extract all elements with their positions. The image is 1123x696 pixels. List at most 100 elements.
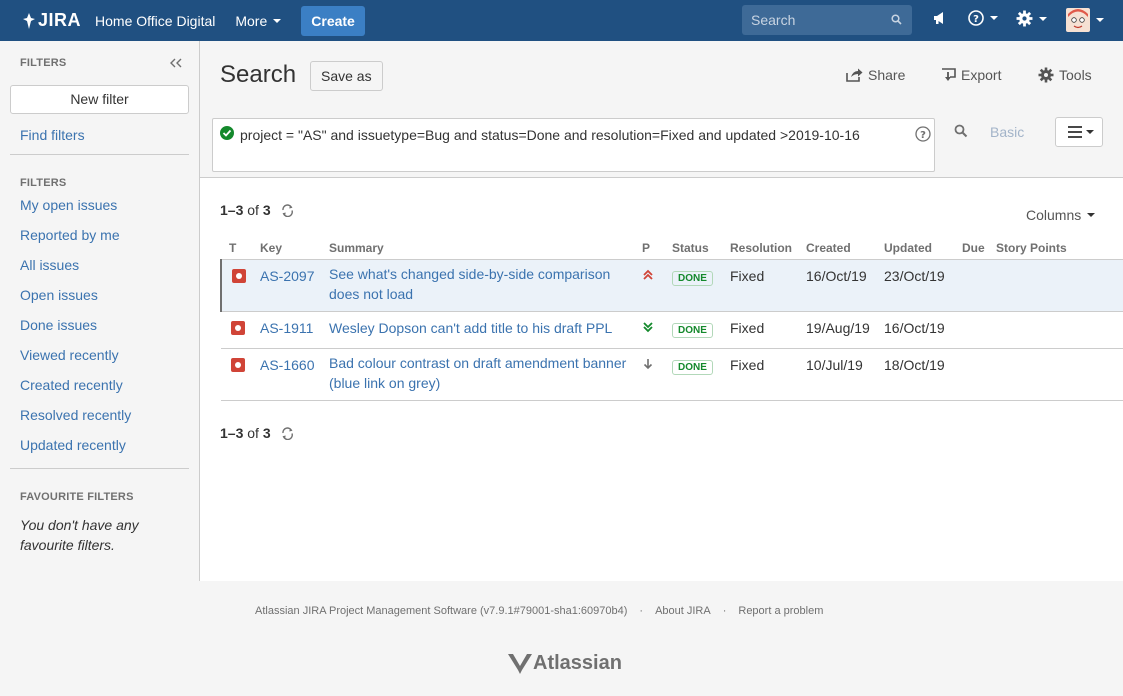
basic-search-link[interactable]: Basic: [990, 124, 1024, 140]
issue-summary-link[interactable]: See what's changed side-by-side comparis…: [329, 266, 610, 302]
collapse-sidebar-icon[interactable]: [170, 55, 182, 71]
results-of: of: [247, 202, 259, 218]
table-row[interactable]: AS-2097 See what's changed side-by-side …: [220, 259, 1123, 312]
updated-cell: 18/Oct/19: [884, 348, 962, 401]
header-search-input[interactable]: Search: [742, 5, 912, 35]
create-button[interactable]: Create: [301, 5, 365, 36]
announcement-icon[interactable]: [932, 10, 948, 26]
save-as-button[interactable]: Save as: [310, 61, 383, 91]
atlassian-logo[interactable]: Atlassian: [507, 652, 622, 675]
status-cell: DONE: [672, 259, 730, 312]
issue-type-cell: [220, 259, 260, 312]
layout-switcher-button[interactable]: [1055, 117, 1103, 147]
column-header-status[interactable]: Status: [672, 241, 730, 260]
columns-button[interactable]: Columns: [1026, 207, 1096, 223]
share-label: Share: [868, 67, 906, 83]
issue-summary-link[interactable]: Wesley Dopson can't add title to his dra…: [329, 320, 612, 336]
updated-cell: 23/Oct/19: [884, 259, 962, 312]
atlassian-logo-text: Atlassian: [533, 652, 622, 674]
sidebar-item-all-issues[interactable]: All issues: [20, 257, 79, 273]
issue-key-link[interactable]: AS-2097: [260, 268, 314, 284]
app-name: JIRA: [38, 10, 82, 30]
column-header-priority[interactable]: P: [642, 241, 672, 260]
column-header-key[interactable]: Key: [260, 241, 329, 260]
results-total: 3: [262, 202, 271, 218]
issue-summary-cell[interactable]: Bad colour contrast on draft amendment b…: [329, 348, 642, 401]
column-header-type[interactable]: T: [221, 241, 260, 260]
share-button[interactable]: Share: [846, 67, 905, 83]
story-points-cell: [996, 311, 1123, 349]
results-total: 3: [262, 425, 271, 441]
about-jira-link[interactable]: About JIRA: [655, 605, 711, 617]
footer-separator: ·: [722, 605, 727, 617]
chevron-down-icon: [1039, 16, 1047, 21]
syntax-help-icon[interactable]: ?: [915, 126, 931, 142]
help-icon[interactable]: ?: [968, 10, 998, 26]
issue-type-cell: [221, 348, 260, 401]
system-filters-heading: FILTERS: [20, 177, 67, 189]
jira-logo-icon: [23, 12, 35, 29]
svg-text:?: ?: [920, 130, 926, 141]
column-header-story-points[interactable]: Story Points: [996, 241, 1123, 260]
resolution-cell: Fixed: [730, 259, 806, 312]
priority-lowest-icon: [643, 321, 653, 332]
favourite-filters-heading: FAVOURITE FILTERS: [20, 491, 134, 503]
report-problem-link[interactable]: Report a problem: [738, 605, 823, 617]
issue-key-cell[interactable]: AS-1660: [260, 348, 329, 401]
new-filter-button[interactable]: New filter: [10, 85, 189, 114]
search-icon[interactable]: [954, 124, 968, 138]
refresh-icon[interactable]: [281, 426, 294, 440]
top-navigation-bar: JIRA Home Office Digital More Create Sea…: [0, 0, 1123, 41]
issue-summary-cell[interactable]: See what's changed side-by-side comparis…: [329, 259, 642, 312]
chevron-down-icon: [273, 18, 282, 23]
issue-key-cell[interactable]: AS-1911: [260, 311, 329, 349]
refresh-icon[interactable]: [281, 203, 294, 217]
sidebar-item-viewed-recently[interactable]: Viewed recently: [20, 347, 119, 363]
column-header-created[interactable]: Created: [806, 241, 884, 260]
issues-table: T Key Summary P Status Resolution Create…: [220, 241, 1123, 401]
issue-summary-cell[interactable]: Wesley Dopson can't add title to his dra…: [329, 311, 642, 349]
issue-key-cell[interactable]: AS-2097: [260, 259, 329, 312]
issue-key-link[interactable]: AS-1911: [260, 320, 313, 336]
issue-summary-link[interactable]: Bad colour contrast on draft amendment b…: [329, 355, 626, 391]
more-menu[interactable]: More: [235, 12, 282, 29]
created-cell: 19/Aug/19: [806, 311, 884, 349]
settings-gear-icon[interactable]: [1016, 10, 1047, 27]
tools-label: Tools: [1059, 67, 1092, 83]
table-row[interactable]: AS-1660 Bad colour contrast on draft ame…: [221, 348, 1123, 401]
column-header-due[interactable]: Due: [962, 241, 996, 260]
results-range: 1–3: [220, 202, 244, 218]
sidebar-divider: [10, 154, 189, 155]
sidebar-item-open-issues[interactable]: Open issues: [20, 287, 98, 303]
column-header-resolution[interactable]: Resolution: [730, 241, 806, 260]
more-label: More: [235, 12, 268, 29]
sidebar-item-done-issues[interactable]: Done issues: [20, 317, 97, 333]
priority-cell: [642, 259, 672, 312]
user-avatar[interactable]: [1066, 8, 1104, 32]
jira-logo[interactable]: JIRA: [22, 10, 81, 31]
column-header-summary[interactable]: Summary: [329, 241, 642, 260]
search-header: Search Save as Share Export Tools: [200, 41, 1123, 111]
export-button[interactable]: Export: [941, 67, 1001, 83]
column-header-updated[interactable]: Updated: [884, 241, 962, 260]
due-cell: [962, 259, 996, 312]
list-view-icon: [1068, 126, 1094, 138]
table-row[interactable]: AS-1911 Wesley Dopson can't add title to…: [221, 311, 1123, 349]
footer-separator: ·: [639, 605, 644, 617]
sidebar-item-updated-recently[interactable]: Updated recently: [20, 437, 126, 453]
sidebar-item-reported-by-me[interactable]: Reported by me: [20, 227, 120, 243]
sidebar-item-resolved-recently[interactable]: Resolved recently: [20, 407, 131, 423]
story-points-cell: [996, 348, 1123, 401]
share-icon: [846, 68, 863, 82]
sidebar-item-my-open-issues[interactable]: My open issues: [20, 197, 117, 213]
chevron-down-icon: [990, 16, 998, 20]
search-icon: [891, 14, 902, 25]
results-count-top: 1–3 of 3: [220, 202, 294, 218]
sidebar-item-created-recently[interactable]: Created recently: [20, 377, 123, 393]
issue-key-link[interactable]: AS-1660: [260, 357, 314, 373]
find-filters-link[interactable]: Find filters: [20, 127, 85, 143]
summary-line-1: See what's changed side-by-side comparis…: [329, 265, 611, 282]
project-link[interactable]: Home Office Digital: [95, 13, 215, 29]
jql-query-input[interactable]: project = "AS" and issuetype=Bug and sta…: [212, 118, 935, 172]
tools-button[interactable]: Tools: [1038, 67, 1092, 83]
